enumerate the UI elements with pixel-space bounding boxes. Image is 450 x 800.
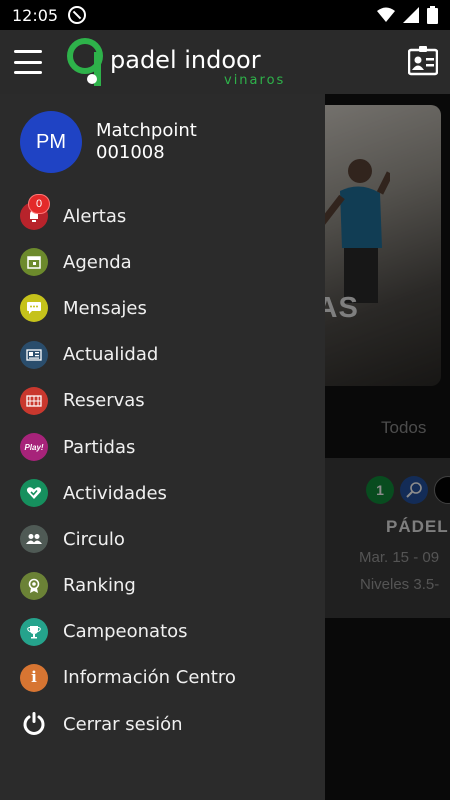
menu-item-circulo[interactable]: Circulo (0, 516, 325, 562)
menu-label: Agenda (63, 251, 132, 273)
app-bar: padel indoor vinaros (0, 30, 450, 94)
navigation-drawer: PM Matchpoint 001008 0 Alertas Agenda Me… (0, 94, 325, 800)
info-icon-text: i (31, 668, 37, 687)
brand-main-text: padel indoor (110, 46, 261, 74)
battery-icon (427, 6, 438, 24)
heart-icon (20, 479, 48, 508)
signal-icon (403, 7, 419, 23)
menu-item-agenda[interactable]: Agenda (0, 239, 325, 285)
user-profile[interactable]: PM Matchpoint 001008 (20, 111, 197, 173)
menu-label: Información Centro (63, 667, 236, 689)
menu-item-partidas[interactable]: Play! Partidas (0, 424, 325, 470)
alarm-icon: 0 (20, 194, 50, 231)
trophy-icon (20, 617, 48, 646)
profile-name: Matchpoint (96, 120, 197, 141)
padel-indoor-logo: padel indoor vinaros (67, 38, 285, 88)
avatar: PM (20, 111, 82, 173)
menu-label: Actividades (63, 482, 167, 504)
menu-item-alertas[interactable]: 0 Alertas (0, 193, 325, 239)
court-icon (20, 386, 48, 415)
calendar-icon (20, 248, 48, 277)
hamburger-menu-icon[interactable] (14, 50, 42, 74)
wifi-icon (377, 7, 395, 22)
power-icon (20, 710, 48, 738)
status-time: 12:05 (12, 5, 59, 25)
play-icon: Play! (20, 433, 48, 462)
menu-item-cerrar-sesion[interactable]: Cerrar sesión (0, 701, 325, 747)
status-icons (377, 6, 438, 24)
group-icon (20, 525, 48, 554)
menu-item-reservas[interactable]: Reservas (0, 378, 325, 424)
data-saver-icon (68, 6, 87, 24)
newspaper-icon (20, 340, 48, 369)
medal-icon (20, 571, 48, 600)
brand-sub-text: vinaros (224, 73, 285, 88)
member-card-icon[interactable] (408, 46, 438, 76)
menu-label: Circulo (63, 528, 125, 550)
menu-label: Mensajes (63, 297, 147, 319)
menu-item-campeonatos[interactable]: Campeonatos (0, 609, 325, 655)
menu-item-actualidad[interactable]: Actualidad (0, 332, 325, 378)
drawer-menu: 0 Alertas Agenda Mensajes Actualidad Res… (0, 193, 325, 747)
menu-item-informacion-centro[interactable]: i Información Centro (0, 655, 325, 701)
menu-label: Actualidad (63, 344, 159, 366)
menu-item-mensajes[interactable]: Mensajes (0, 285, 325, 331)
play-icon-text: Play! (24, 442, 44, 452)
alerts-count-badge: 0 (28, 194, 50, 215)
menu-item-actividades[interactable]: Actividades (0, 470, 325, 516)
info-icon: i (20, 663, 48, 692)
menu-item-ranking[interactable]: Ranking (0, 563, 325, 609)
profile-details: Matchpoint 001008 (96, 120, 197, 164)
menu-label: Cerrar sesión (63, 713, 183, 735)
profile-id: 001008 (96, 142, 165, 163)
menu-label: Reservas (63, 390, 145, 412)
status-bar: 12:05 (0, 0, 450, 30)
chat-icon (20, 294, 48, 323)
menu-label: Alertas (63, 205, 127, 227)
menu-label: Partidas (63, 436, 136, 458)
menu-label: Ranking (63, 575, 136, 597)
menu-label: Campeonatos (63, 621, 188, 643)
